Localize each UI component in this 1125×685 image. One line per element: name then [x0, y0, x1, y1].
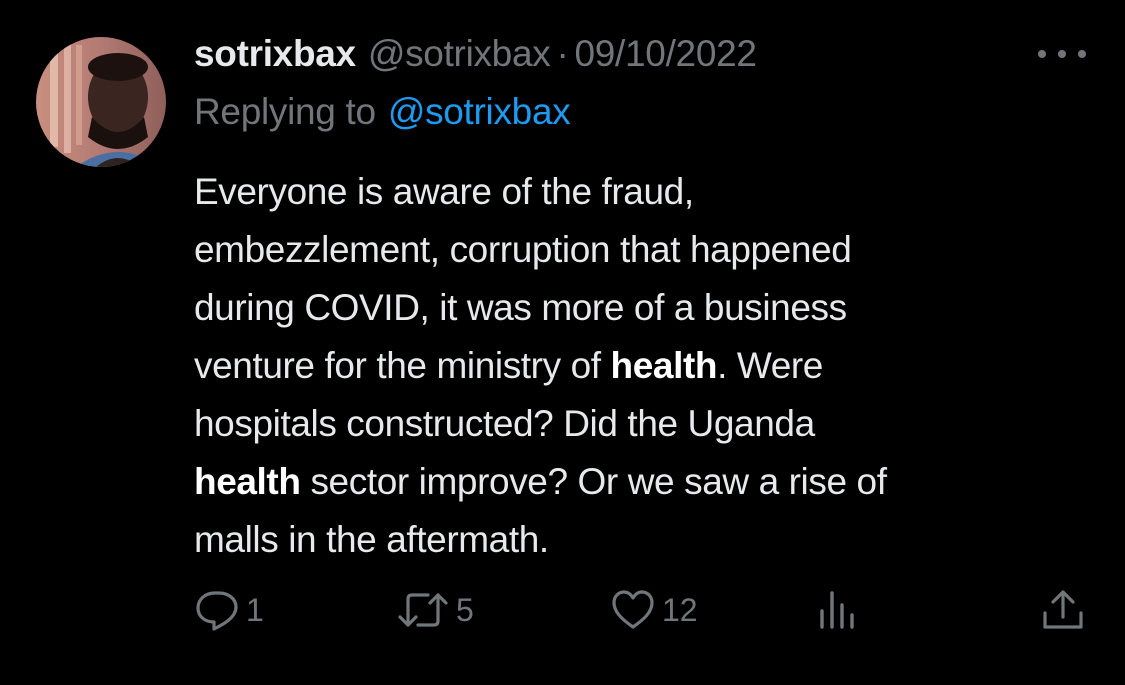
replying-to: Replying to @sotrixbax [194, 88, 571, 136]
like-count: 12 [662, 591, 698, 628]
replying-to-handle-link[interactable]: @sotrixbax [388, 91, 571, 133]
tweet-body-text: . Were [717, 345, 823, 386]
display-name[interactable]: sotrixbax [194, 33, 356, 75]
tweet-body-line: health sector improve? Or we saw a rise … [194, 453, 1094, 511]
tweet-body: Everyone is aware of the fraud, embezzle… [194, 163, 1094, 569]
tweet-body-line: hospitals constructed? Did the Uganda [194, 403, 815, 444]
reply-button[interactable]: 1 [194, 582, 264, 638]
avatar-photo [36, 37, 166, 167]
user-handle[interactable]: @sotrixbax [368, 33, 551, 75]
highlight-term: health [194, 461, 301, 502]
tweet-body-line: embezzlement, corruption that happened [194, 229, 852, 270]
avatar[interactable] [36, 37, 166, 167]
views-button[interactable] [814, 582, 860, 638]
tweet-body-line: during COVID, it was more of a business [194, 287, 847, 328]
share-button[interactable] [1040, 582, 1086, 638]
reply-count: 1 [246, 591, 264, 628]
tweet[interactable]: sotrixbax @sotrixbax · 09/10/2022 Replyi… [0, 0, 1125, 685]
ellipsis-icon [1038, 50, 1046, 58]
retweet-arrows-icon [398, 593, 448, 627]
action-bar: 1 5 12 [0, 582, 1125, 638]
retweet-count: 5 [456, 591, 474, 628]
tweet-body-line: malls in the aftermath. [194, 519, 549, 560]
tweet-body-line: Everyone is aware of the fraud, [194, 171, 694, 212]
share-upload-icon [1043, 590, 1083, 629]
replying-to-label: Replying to [194, 91, 376, 132]
ellipsis-icon [1078, 50, 1086, 58]
more-options-button[interactable] [1038, 44, 1086, 64]
retweet-button[interactable]: 5 [396, 582, 474, 638]
speech-bubble-icon [196, 591, 238, 631]
tweet-body-text: venture for the ministry of [194, 345, 611, 386]
tweet-date[interactable]: 09/10/2022 [574, 33, 756, 75]
tweet-header: sotrixbax @sotrixbax · 09/10/2022 [194, 30, 757, 78]
tweet-body-text: sector improve? Or we saw a rise of [300, 461, 887, 502]
heart-icon [612, 590, 654, 629]
separator-dot: · [556, 33, 569, 74]
like-button[interactable]: 12 [610, 582, 698, 638]
ellipsis-icon [1058, 50, 1066, 58]
bar-chart-icon [820, 591, 854, 629]
highlight-term: health [610, 345, 718, 386]
tweet-body-line: venture for the ministry of health. Were [194, 337, 1094, 395]
